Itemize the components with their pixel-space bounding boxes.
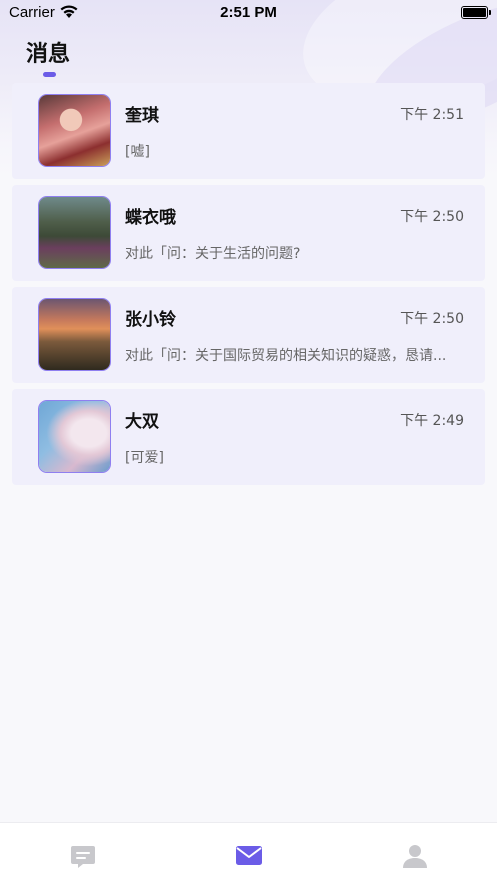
conversation-preview: 对此「问：关于生活的问题? [125,246,301,262]
conversation-time: 下午 2:50 [400,209,464,225]
conversation-preview: [嘘] [125,144,150,160]
conversation-time: 下午 2:49 [400,413,464,429]
clock: 2:51 PM [220,4,277,21]
conversation-name: 张小铃 [125,310,176,330]
conversation-item[interactable]: 奎琪 下午 2:51 [嘘] [12,83,485,179]
mail-icon[interactable] [234,841,264,871]
conversation-preview: 对此「问：关于国际贸易的相关知识的疑惑，恳请... [125,348,447,364]
avatar [38,400,111,473]
title-indicator [43,72,56,77]
conversation-time: 下午 2:50 [400,311,464,327]
status-bar: Carrier 2:51 PM [0,0,497,26]
conversation-preview: [可爱] [125,450,164,466]
conversation-time: 下午 2:51 [400,107,464,123]
conversation-name: 蝶衣哦 [125,208,176,228]
conversation-item[interactable]: 张小铃 下午 2:50 对此「问：关于国际贸易的相关知识的疑惑，恳请... [12,287,485,383]
conversation-list: 奎琪 下午 2:51 [嘘] 蝶衣哦 下午 2:50 对此「问：关于生活的问题?… [12,83,485,491]
avatar [38,94,111,167]
battery-icon [461,6,491,19]
conversation-item[interactable]: 大双 下午 2:49 [可爱] [12,389,485,485]
conversation-name: 奎琪 [125,106,159,126]
tab-bar [0,822,497,883]
person-icon[interactable] [400,841,430,871]
conversation-name: 大双 [125,412,159,432]
chat-bubble-icon[interactable] [68,841,98,871]
conversation-item[interactable]: 蝶衣哦 下午 2:50 对此「问：关于生活的问题? [12,185,485,281]
avatar [38,298,111,371]
avatar [38,196,111,269]
page-title: 消息 [26,42,71,67]
